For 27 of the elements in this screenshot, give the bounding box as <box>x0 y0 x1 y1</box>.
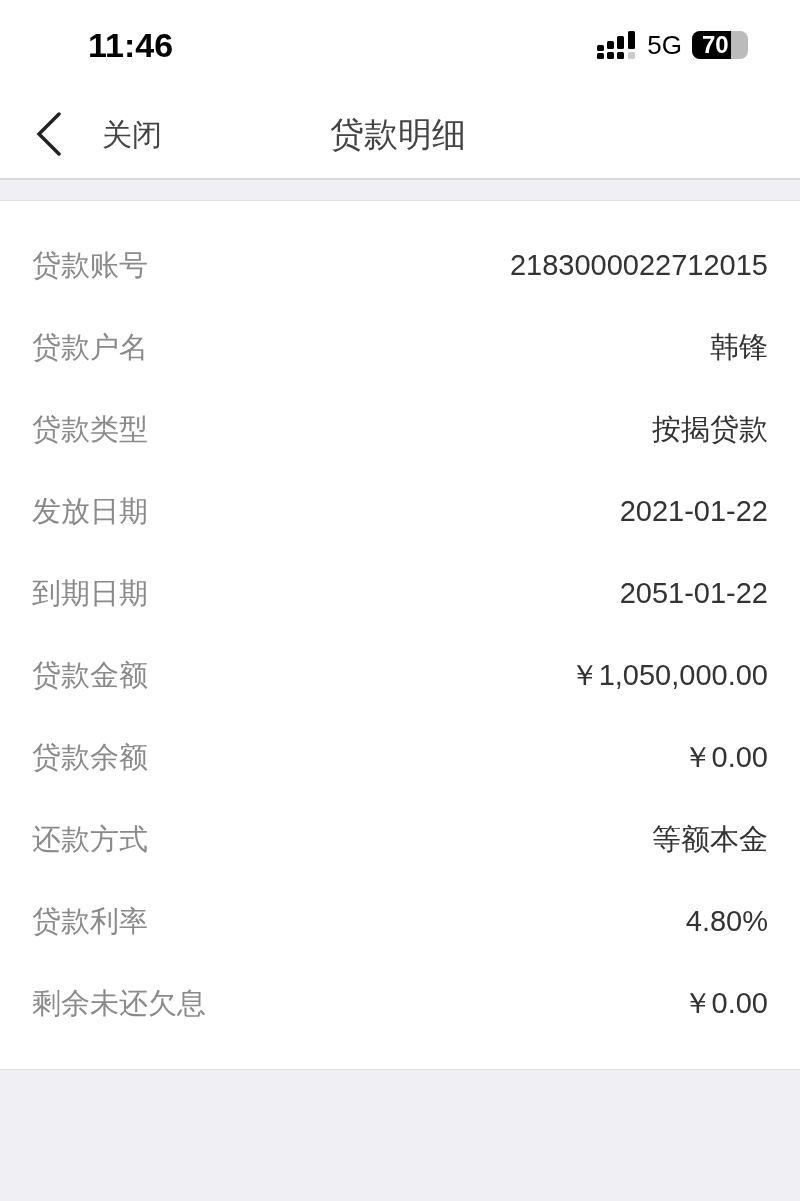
field-label: 贷款户名 <box>32 330 148 366</box>
network-label: 5G <box>647 28 682 62</box>
field-label: 剩余未还欠息 <box>32 986 206 1022</box>
field-value: 2051-01-22 <box>619 576 768 612</box>
field-label: 发放日期 <box>32 494 148 530</box>
field-label: 贷款余额 <box>32 740 148 776</box>
field-value: ￥0.00 <box>682 740 768 776</box>
field-label: 贷款金额 <box>32 658 148 694</box>
field-label: 贷款类型 <box>32 412 148 448</box>
field-value: 按揭贷款 <box>652 412 768 448</box>
field-value: ￥1,050,000.00 <box>569 658 768 694</box>
status-time: 11:46 <box>88 24 174 66</box>
page-title: 贷款明细 <box>330 113 466 155</box>
field-value: 4.80% <box>685 904 768 940</box>
field-label: 还款方式 <box>32 822 148 858</box>
back-icon <box>36 112 62 156</box>
field-value: 2021-01-22 <box>619 494 768 530</box>
signal-icon <box>597 31 638 59</box>
field-value: 等额本金 <box>652 822 768 858</box>
field-value: 韩锋 <box>710 330 768 366</box>
field-label: 贷款利率 <box>32 904 148 940</box>
field-label: 贷款账号 <box>32 248 148 284</box>
battery-percent: 70 <box>701 33 729 57</box>
field-value: 2183000022712015 <box>509 248 768 284</box>
back-button[interactable]: 关闭 <box>0 111 162 157</box>
field-label: 到期日期 <box>32 576 148 612</box>
field-value: ￥0.00 <box>682 986 768 1022</box>
